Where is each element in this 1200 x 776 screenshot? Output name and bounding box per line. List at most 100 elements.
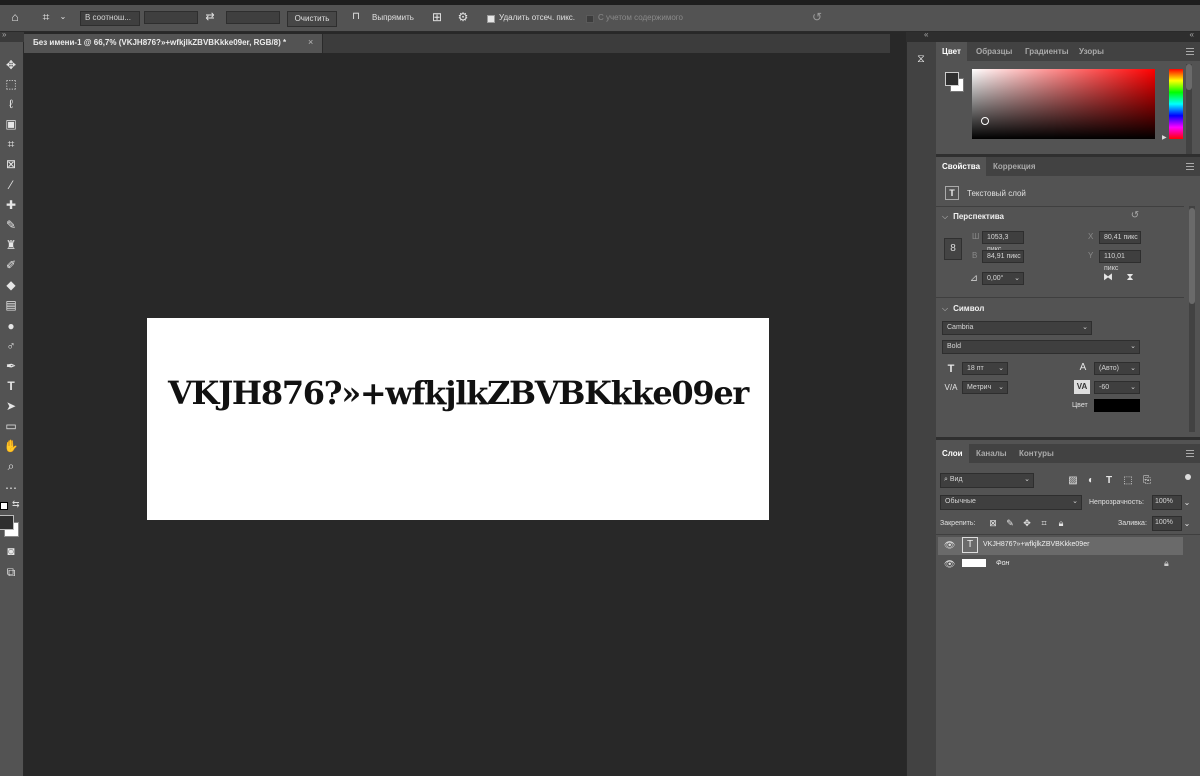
angle-field[interactable]: 0,00° ⌄ — [982, 272, 1024, 285]
adjustment-filter-icon[interactable]: ◐ — [1085, 474, 1097, 488]
color-picker-field[interactable] — [972, 69, 1155, 139]
layer-row-background[interactable]: 👁︎ Фон 🔒︎ — [938, 556, 1183, 574]
screen-mode-icon[interactable]: ⧉ — [2, 563, 20, 581]
perspective-section-title[interactable]: Перспектива — [942, 212, 1004, 222]
reset-transform-icon[interactable]: ↺ — [1129, 209, 1141, 223]
healing-brush-tool-icon[interactable]: ✚ — [2, 196, 20, 214]
smart-object-filter-icon[interactable]: ⎘ — [1141, 474, 1153, 488]
color-picker-cursor[interactable] — [981, 117, 989, 125]
flip-horizontal-icon[interactable]: ⧓ — [1102, 271, 1114, 285]
content-aware-checkbox[interactable] — [586, 15, 594, 23]
dodge-tool-icon[interactable]: ♂ — [2, 337, 20, 355]
properties-scroll-thumb[interactable] — [1189, 208, 1195, 304]
flip-vertical-icon[interactable]: ⧗ — [1124, 271, 1136, 285]
tab-gradients[interactable]: Градиенты — [1019, 42, 1075, 61]
type-tool-icon[interactable]: T — [2, 377, 20, 395]
crop-tool-icon[interactable]: ⌗ — [2, 135, 20, 153]
brush-tool-icon[interactable]: ✎ — [2, 216, 20, 234]
layer-name[interactable]: Фон — [996, 560, 1009, 567]
stamp-tool-icon[interactable]: ♜ — [2, 236, 20, 254]
text-color-swatch[interactable] — [1094, 399, 1140, 412]
fill-chevron-icon[interactable]: ⌄ — [1183, 517, 1191, 531]
canvas-text[interactable]: VKJH876?»+wfkjlkZBVBKkke09er — [147, 374, 769, 412]
blend-mode-select[interactable]: Обычные ⌄ — [940, 495, 1082, 510]
close-icon[interactable]: × — [308, 37, 313, 47]
ratio-height-input[interactable] — [226, 11, 280, 24]
ratio-width-input[interactable] — [144, 11, 198, 24]
quick-mask-icon[interactable]: ◙ — [2, 542, 20, 560]
toolbar-collapse-bar[interactable]: » — [0, 30, 24, 42]
overlay-grid-icon[interactable]: ⊞ — [430, 10, 444, 24]
tab-adjustments[interactable]: Коррекция — [987, 157, 1042, 176]
layer-filter-select[interactable]: ⌕ Вид ⌄ — [940, 473, 1034, 488]
leading-field[interactable]: (Авто) ⌄ — [1094, 362, 1140, 375]
pen-tool-icon[interactable]: ✒ — [2, 357, 20, 375]
filter-toggle-icon[interactable] — [1185, 474, 1191, 480]
artboard[interactable]: VKJH876?»+wfkjlkZBVBKkke09er — [147, 318, 769, 520]
swap-colors-icon[interactable]: ⇆ — [12, 499, 20, 510]
lock-all-icon[interactable]: 🔒︎ — [1055, 516, 1067, 530]
panel-menu-icon[interactable] — [1186, 163, 1194, 170]
lock-pixels-icon[interactable]: ✎ — [1004, 516, 1016, 530]
gradient-tool-icon[interactable]: ▤ — [2, 296, 20, 314]
lock-artboard-icon[interactable]: ⌗ — [1038, 516, 1050, 530]
properties-scroll-track[interactable] — [1189, 206, 1195, 432]
kerning-field[interactable]: Метрич ⌄ — [962, 381, 1008, 394]
hue-slider-handle-icon[interactable]: ▶ — [1162, 134, 1167, 141]
straighten-label[interactable]: Выпрямить — [372, 12, 414, 24]
lasso-tool-icon[interactable]: ℓ — [2, 95, 20, 113]
crop-tool-icon[interactable]: ⌗ — [38, 10, 54, 24]
frame-tool-icon[interactable]: ⊠ — [2, 155, 20, 173]
eye-icon[interactable]: 👁︎ — [944, 541, 955, 550]
document-tab[interactable]: Без имени-1 @ 66,7% (VKJH876?»+wfkjlkZBV… — [24, 34, 323, 53]
history-panel-icon[interactable]: ⧖ — [914, 52, 928, 66]
more-tools-icon[interactable]: ⋯ — [2, 479, 20, 497]
eyedropper-tool-icon[interactable]: ⁄ — [2, 176, 20, 194]
rectangle-tool-icon[interactable]: ▭ — [2, 417, 20, 435]
font-family-select[interactable]: Cambria ⌄ — [942, 321, 1092, 335]
opacity-field[interactable]: 100% — [1152, 495, 1182, 510]
hue-slider[interactable] — [1169, 69, 1183, 139]
default-colors-icon[interactable] — [0, 502, 8, 510]
pixel-filter-icon[interactable]: ▨ — [1067, 474, 1079, 488]
panel-menu-icon[interactable] — [1186, 450, 1194, 457]
tab-properties[interactable]: Свойства — [936, 157, 987, 176]
tab-paths[interactable]: Контуры — [1013, 444, 1060, 463]
layer-name[interactable]: VKJH876?»+wfkjlkZBVBKkke09er — [983, 541, 1089, 548]
font-size-field[interactable]: 18 пт ⌄ — [962, 362, 1008, 375]
opacity-chevron-icon[interactable]: ⌄ — [1183, 496, 1191, 510]
swap-icon[interactable]: ⇄ — [203, 10, 217, 24]
symbol-section-title[interactable]: Символ — [942, 304, 984, 314]
reset-icon[interactable]: ↺ — [810, 10, 824, 24]
straighten-icon[interactable]: ⊓ — [349, 10, 363, 24]
delete-cropped-checkbox[interactable] — [487, 15, 495, 23]
x-field[interactable]: 80,41 пикс — [1099, 231, 1141, 244]
color-panel-fg-swatch[interactable] — [945, 72, 959, 86]
layer-row-text[interactable]: 👁︎ T VKJH876?»+wfkjlkZBVBKkke09er — [938, 537, 1183, 555]
path-select-tool-icon[interactable]: ➤ — [2, 397, 20, 415]
type-filter-icon[interactable]: T — [1103, 474, 1115, 488]
fill-field[interactable]: 100% — [1152, 516, 1182, 531]
shape-filter-icon[interactable]: ⬚ — [1122, 474, 1134, 488]
link-dimensions-icon[interactable]: 8 — [944, 238, 962, 260]
tool-preset-chevron-icon[interactable]: ⌄ — [58, 10, 68, 24]
font-style-select[interactable]: Bold ⌄ — [942, 340, 1140, 354]
tab-patterns[interactable]: Узоры — [1073, 42, 1110, 61]
y-field[interactable]: 110,01 пикс — [1099, 250, 1141, 272]
marquee-tool-icon[interactable]: ⬚ — [2, 75, 20, 93]
move-tool-icon[interactable]: ✥ — [2, 56, 20, 74]
object-select-tool-icon[interactable]: ▣ — [2, 115, 20, 133]
color-scrollbar[interactable] — [1186, 42, 1192, 154]
hand-tool-icon[interactable]: ✋ — [2, 437, 20, 455]
tab-channels[interactable]: Каналы — [970, 444, 1013, 463]
home-icon[interactable]: ⌂ — [7, 10, 23, 24]
clear-button[interactable]: Очистить — [287, 11, 337, 27]
history-brush-tool-icon[interactable]: ✐ — [2, 256, 20, 274]
blur-tool-icon[interactable]: ● — [2, 317, 20, 335]
gear-icon[interactable]: ⚙ — [456, 10, 470, 24]
tracking-field[interactable]: -60 ⌄ — [1094, 381, 1140, 394]
width-field[interactable]: 1053,3 пикс — [982, 231, 1024, 253]
tab-layers[interactable]: Слои — [936, 444, 969, 463]
ratio-select[interactable]: В соотнош... — [80, 11, 140, 26]
eraser-tool-icon[interactable]: ◆ — [2, 276, 20, 294]
